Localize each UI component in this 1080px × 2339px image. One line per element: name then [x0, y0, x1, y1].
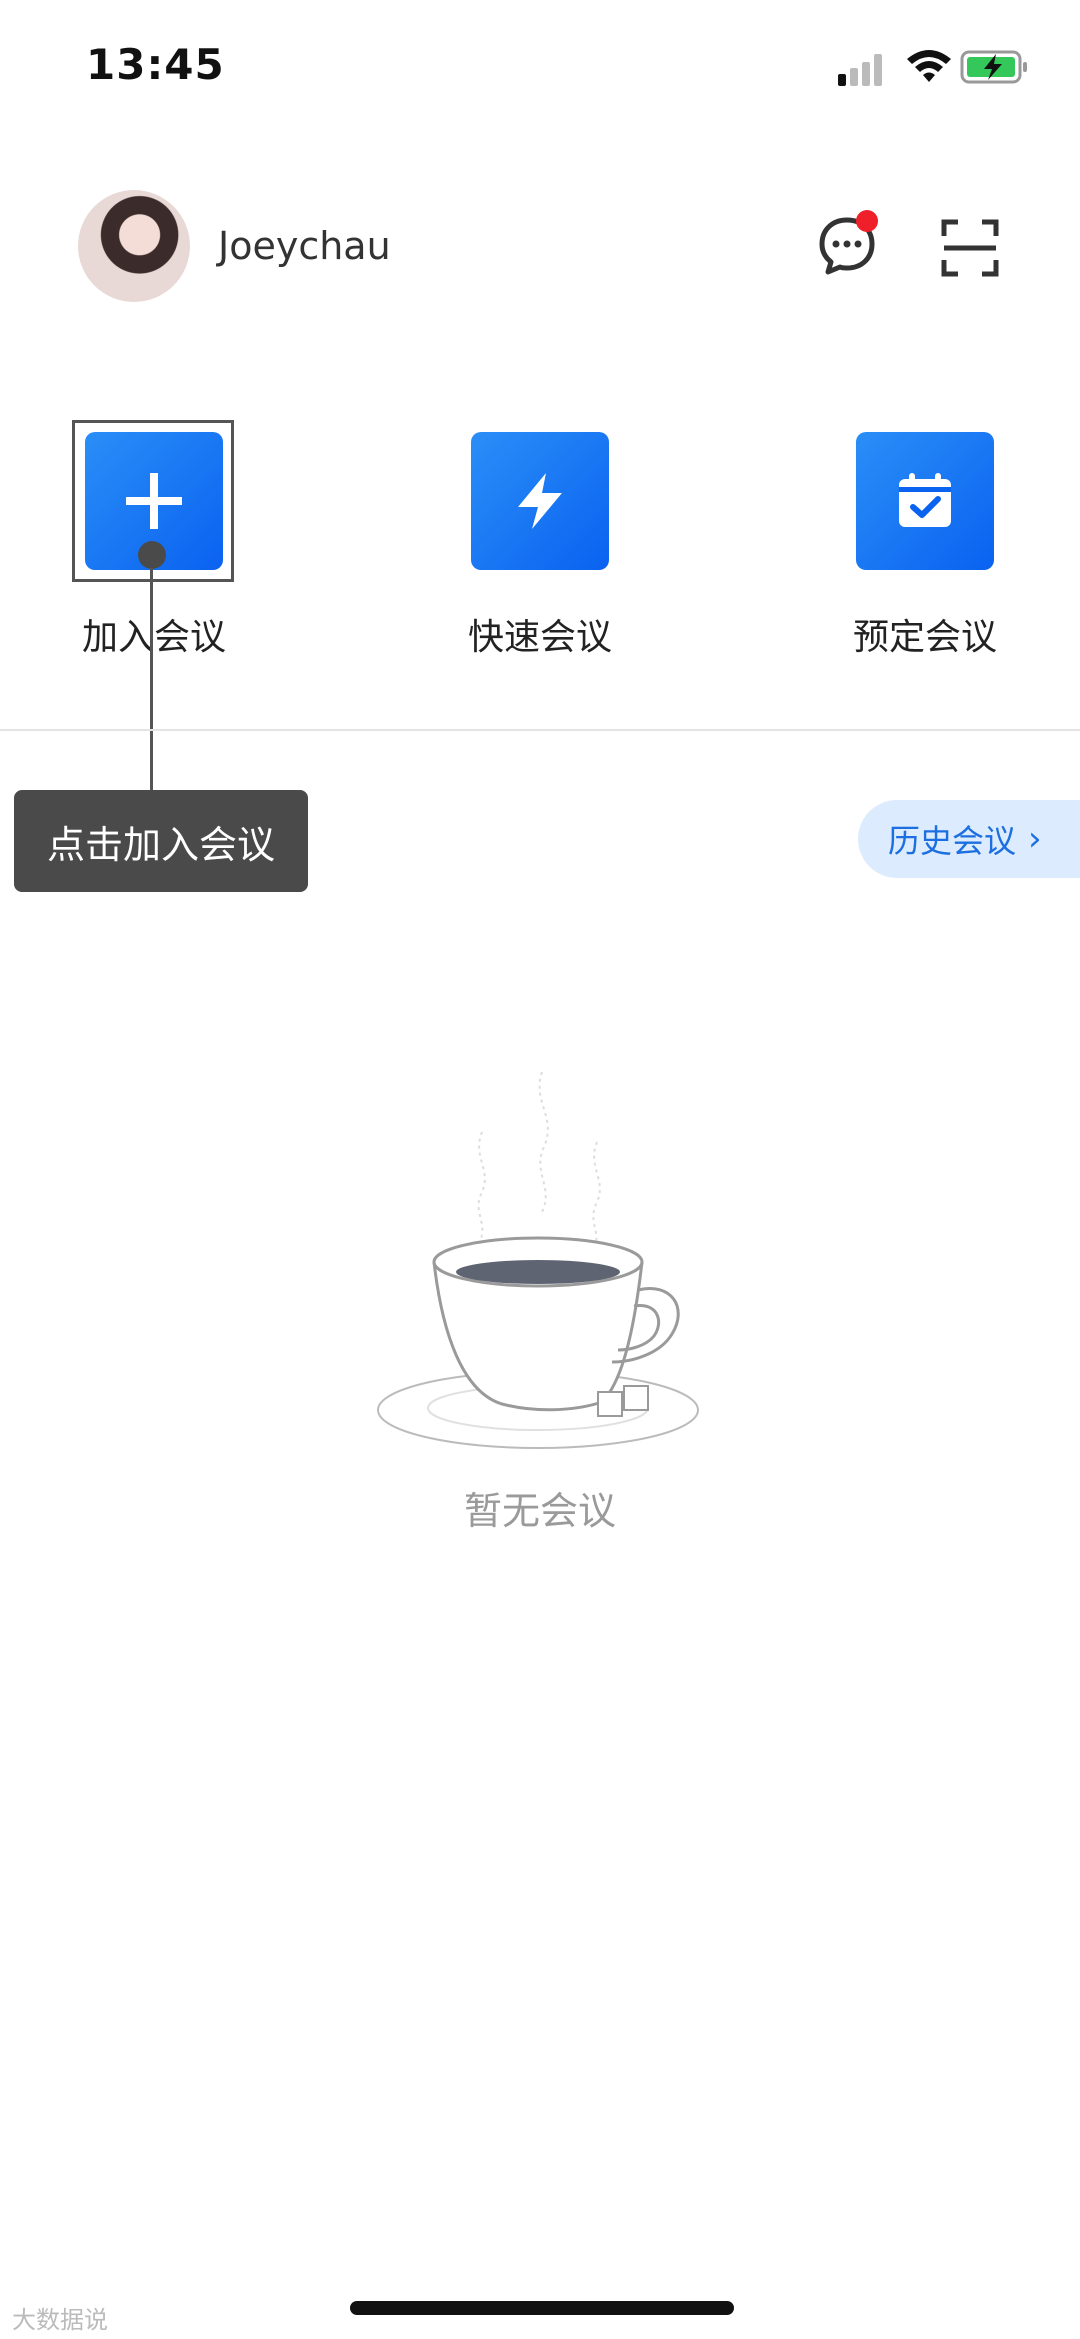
calendar-check-icon — [899, 473, 951, 527]
schedule-meeting-label: 预定会议 — [852, 617, 997, 658]
guide-tooltip[interactable]: 点击加入会议 — [14, 790, 308, 892]
status-time: 13:45 — [86, 40, 225, 89]
empty-state-text: 暂无会议 — [463, 1489, 616, 1533]
avatar[interactable] — [78, 190, 190, 302]
watermark: 大数据说 — [12, 2306, 108, 2334]
quick-meeting-label: 快速会议 — [467, 617, 612, 658]
coffee-cup-icon — [377, 1071, 699, 1449]
chevron-right-icon: › — [1028, 819, 1042, 859]
schedule-meeting-button[interactable]: 预定会议 — [825, 432, 1025, 660]
notification-badge — [856, 210, 878, 232]
quick-meeting-tile[interactable] — [471, 432, 609, 570]
join-meeting-label: 加入会议 — [81, 617, 226, 658]
history-meetings-button[interactable]: 历史会议 › — [858, 800, 1080, 878]
wifi-icon — [907, 50, 951, 82]
divider — [0, 729, 1080, 731]
lightning-icon — [518, 473, 562, 529]
username[interactable]: Joeychau — [218, 224, 391, 268]
guide-tooltip-text: 点击加入会议 — [46, 822, 275, 867]
guide-pointer — [138, 541, 166, 569]
guide-line — [150, 568, 153, 792]
quick-meeting-button[interactable]: 快速会议 — [440, 432, 640, 660]
history-meetings-label: 历史会议 — [888, 822, 1017, 860]
cellular-signal-icon — [838, 52, 888, 86]
scan-icon[interactable] — [940, 218, 1000, 278]
home-indicator[interactable] — [350, 2301, 734, 2315]
battery-charging-icon — [960, 50, 1027, 84]
schedule-meeting-tile[interactable] — [856, 432, 994, 570]
